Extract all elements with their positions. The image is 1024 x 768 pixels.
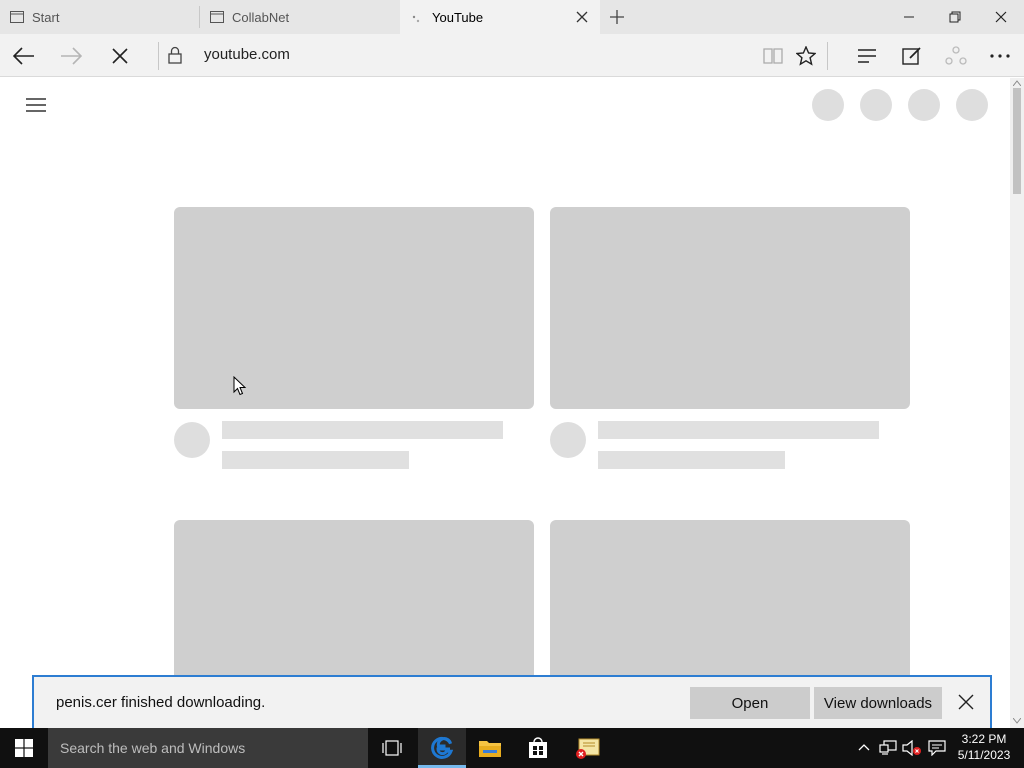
tab-youtube[interactable]: YouTube (400, 0, 600, 34)
tab-strip: Start CollabNet YouTube (0, 0, 1024, 34)
plus-icon (610, 10, 624, 24)
edge-browser-icon (431, 736, 454, 759)
download-message: penis.cer finished downloading. (56, 694, 266, 711)
store-icon (529, 737, 547, 758)
favorite-button[interactable] (786, 38, 826, 74)
task-view-icon (382, 740, 402, 756)
lock-icon (168, 46, 182, 64)
close-window-button[interactable] (978, 0, 1024, 34)
star-icon (796, 46, 816, 66)
web-note-button[interactable] (892, 38, 932, 74)
download-notification-bar: penis.cer finished downloading. Open Vie… (32, 675, 992, 728)
close-icon (995, 11, 1007, 23)
tab-start[interactable]: Start (0, 0, 199, 34)
skeleton-header-icon (908, 89, 940, 121)
more-icon (990, 54, 1010, 58)
separator (158, 42, 159, 70)
share-button[interactable] (936, 38, 976, 74)
network-icon[interactable] (879, 740, 897, 756)
stop-loading-icon (112, 48, 128, 64)
tab-collabnet-label: CollabNet (232, 9, 290, 25)
scroll-thumb[interactable] (1013, 88, 1021, 194)
action-center-icon[interactable] (928, 740, 946, 756)
folder-icon (479, 741, 501, 757)
more-button[interactable] (980, 38, 1020, 74)
skeleton-avatar (174, 422, 210, 458)
file-explorer-button[interactable] (466, 728, 514, 768)
skeleton-avatar (550, 422, 586, 458)
share-icon (945, 46, 967, 65)
hub-button[interactable] (847, 38, 887, 74)
certificate-error-icon (576, 738, 600, 759)
store-button[interactable] (514, 728, 562, 768)
show-hidden-icons-icon[interactable] (858, 743, 870, 751)
search-placeholder: Search the web and Windows (60, 740, 246, 756)
separator (827, 42, 828, 70)
windows-logo-icon (15, 739, 33, 757)
skeleton-header-icon (860, 89, 892, 121)
certificate-app-button[interactable] (564, 728, 612, 768)
page-viewport (0, 78, 1010, 728)
clock-time: 3:22 PM (961, 732, 1007, 746)
skeleton-header-icon (956, 89, 988, 121)
scroll-up-icon[interactable] (1013, 80, 1021, 86)
close-tab-icon[interactable] (574, 9, 590, 25)
task-view-button[interactable] (368, 728, 416, 768)
skeleton-video-thumbnail (174, 207, 534, 409)
vertical-scrollbar[interactable] (1010, 78, 1024, 728)
restore-button[interactable] (932, 0, 978, 34)
page-icon (10, 11, 24, 23)
skeleton-meta-line (222, 451, 409, 469)
system-clock[interactable]: 3:22 PM 5/11/2023 (952, 731, 1016, 763)
mouse-cursor-icon (233, 376, 247, 396)
address-bar[interactable]: youtube.com (204, 46, 290, 63)
tab-youtube-label: YouTube (432, 9, 484, 25)
scroll-down-icon[interactable] (1013, 718, 1021, 724)
page-icon (210, 11, 224, 23)
minimize-button[interactable] (886, 0, 932, 34)
new-tab-button[interactable] (594, 0, 640, 34)
back-button[interactable] (4, 38, 44, 74)
forward-arrow-icon (61, 47, 82, 65)
navigation-bar: youtube.com (0, 34, 1024, 77)
skeleton-title-line (222, 421, 503, 439)
volume-muted-icon[interactable] (902, 740, 922, 756)
close-icon[interactable] (958, 694, 974, 710)
tab-collabnet[interactable]: CollabNet (200, 0, 399, 34)
web-note-icon (902, 47, 921, 65)
open-button[interactable]: Open (690, 687, 810, 719)
minimize-icon (904, 16, 914, 18)
start-button[interactable] (0, 728, 48, 768)
taskbar: Search the web and Windows 3:22 PM 5/11/… (0, 728, 1024, 768)
tab-start-label: Start (32, 9, 60, 25)
restore-icon (949, 11, 961, 23)
taskbar-search-box[interactable]: Search the web and Windows (48, 728, 368, 768)
skeleton-meta-line (598, 451, 785, 469)
loading-spinner-icon (412, 15, 420, 23)
hub-icon (858, 49, 876, 63)
forward-button[interactable] (51, 38, 91, 74)
skeleton-title-line (598, 421, 879, 439)
reading-view-icon (763, 48, 783, 64)
edge-taskbar-button[interactable] (418, 728, 466, 768)
hamburger-menu-icon[interactable] (26, 98, 46, 112)
stop-button[interactable] (100, 38, 140, 74)
view-downloads-button[interactable]: View downloads (814, 687, 942, 719)
back-arrow-icon (13, 47, 34, 65)
skeleton-video-thumbnail (550, 207, 910, 409)
clock-date: 5/11/2023 (957, 748, 1011, 762)
skeleton-header-icon (812, 89, 844, 121)
